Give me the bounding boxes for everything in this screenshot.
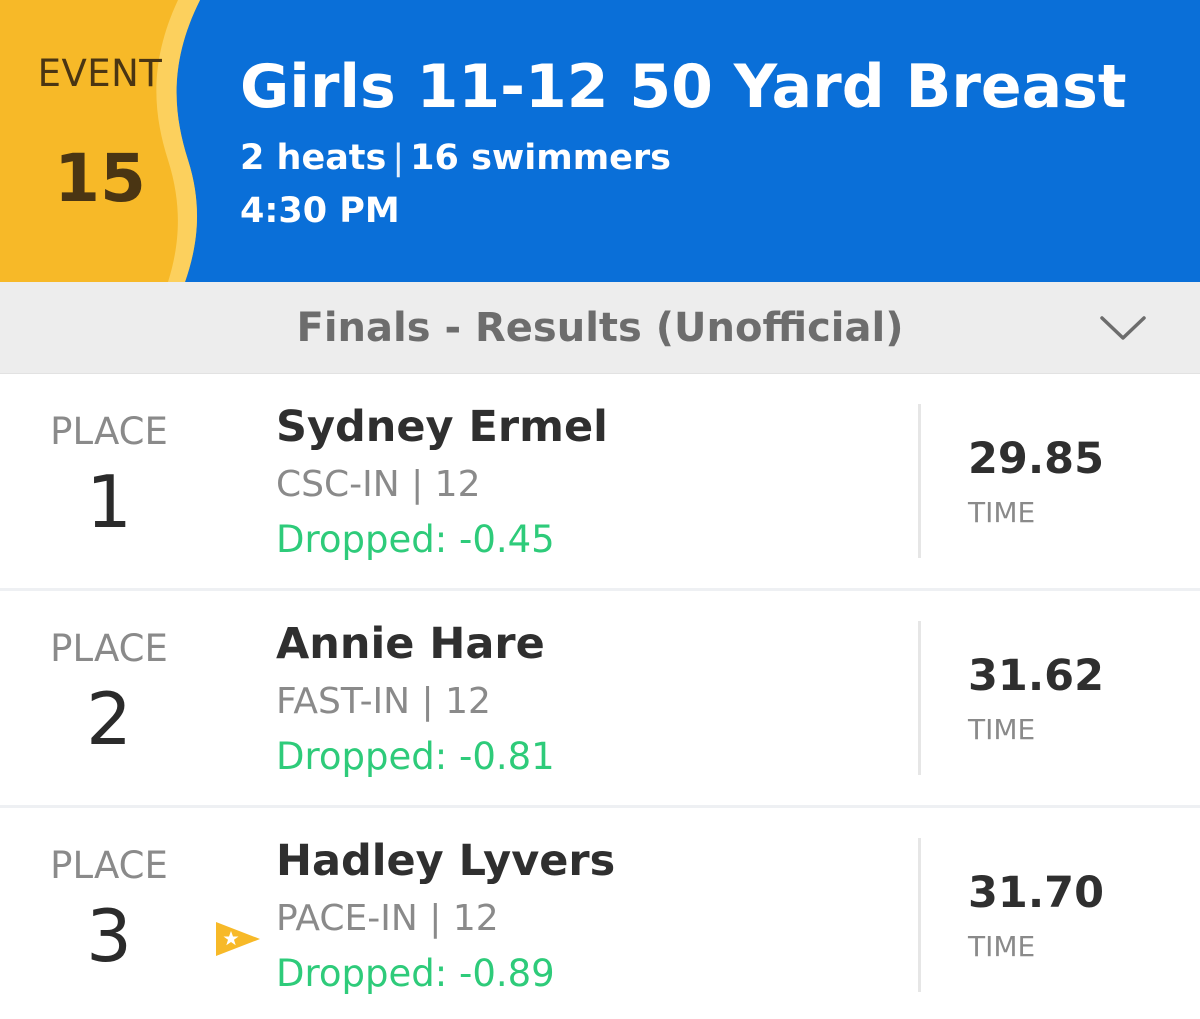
column-divider [918, 838, 921, 992]
swimmer-name: Hadley Lyvers [276, 836, 616, 886]
swim-time: 31.62 [968, 651, 1105, 701]
event-header: EVENT 15 Girls 11-12 50 Yard Breast 2 he… [0, 0, 1200, 282]
swimmer-team-age: CSC-IN | 12 [276, 464, 481, 505]
time-label: TIME [968, 496, 1036, 529]
swimmer-team-age: FAST-IN | 12 [276, 681, 491, 722]
event-heats: 2 heats [240, 138, 387, 178]
place-label: PLACE [50, 627, 168, 670]
swimmer-name: Annie Hare [276, 619, 545, 669]
result-row[interactable]: PLACE 1 Sydney Ermel CSC-IN | 12 Dropped… [0, 374, 1200, 591]
result-row[interactable]: PLACE 3 Hadley Lyvers PACE-IN | 12 Dropp… [0, 808, 1200, 1019]
place-label: PLACE [50, 844, 168, 887]
event-swimmers: 16 swimmers [410, 138, 671, 178]
column-divider [918, 621, 921, 775]
time-label: TIME [968, 713, 1036, 746]
event-label: EVENT [37, 52, 163, 95]
results-section-toggle[interactable]: Finals - Results (Unofficial) [0, 282, 1200, 374]
time-label: TIME [968, 930, 1036, 963]
place-number: 3 [86, 894, 132, 978]
event-heats-line: 2 heats | 16 swimmers [240, 138, 671, 178]
result-row[interactable]: PLACE 2 Annie Hare FAST-IN | 12 Dropped:… [0, 591, 1200, 808]
place-number: 2 [86, 677, 132, 761]
section-title: Finals - Results (Unofficial) [296, 305, 904, 351]
place-label: PLACE [50, 410, 168, 453]
time-dropped: Dropped: -0.81 [276, 735, 555, 778]
column-divider [918, 404, 921, 558]
swimmer-team-age: PACE-IN | 12 [276, 898, 499, 939]
event-number: 15 [54, 140, 146, 217]
meta-separator: | [392, 138, 405, 178]
time-dropped: Dropped: -0.45 [276, 518, 555, 561]
event-time: 4:30 PM [240, 191, 400, 231]
event-title: Girls 11-12 50 Yard Breast [240, 52, 1127, 122]
swim-time: 29.85 [968, 434, 1105, 484]
place-number: 1 [86, 460, 132, 544]
event-badge: EVENT 15 [0, 0, 200, 282]
chevron-down-icon[interactable] [1098, 306, 1148, 350]
time-dropped: Dropped: -0.89 [276, 952, 555, 995]
swim-time: 31.70 [968, 868, 1105, 918]
swimmer-name: Sydney Ermel [276, 402, 608, 452]
star-flag-icon [216, 922, 260, 956]
